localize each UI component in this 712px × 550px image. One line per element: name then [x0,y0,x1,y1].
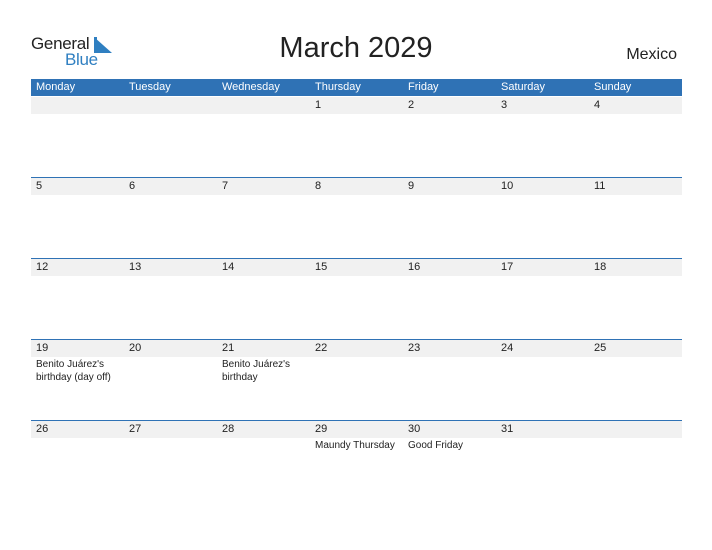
day-number: 20 [129,342,142,354]
day-number: 30 [408,423,421,435]
day-cell: 8 [310,178,403,196]
day-number: 7 [222,180,229,192]
day-cell: 3 [496,97,589,115]
day-number: 17 [501,261,514,273]
day-number: 16 [408,261,421,273]
day-number: 21 [222,342,235,354]
day-cell: 10 [496,178,589,196]
weekday-monday: Monday [36,81,76,93]
day-number: 24 [501,342,514,354]
day-cell: 21 Benito Juárez's birthday [217,340,310,384]
day-cell [31,97,124,115]
day-cell: 22 [310,340,403,384]
day-number: 11 [594,180,606,192]
day-cell: 31 [496,421,589,452]
day-cell: 25 [589,340,682,384]
day-cell [217,97,310,115]
day-cell: 16 [403,259,496,277]
holiday-label: Good Friday [408,440,464,451]
day-number: 15 [315,261,328,273]
day-cell: 17 [496,259,589,277]
week-cells: 1 2 3 4 [31,97,682,115]
week-row: 1 2 3 4 [31,97,682,177]
weekday-saturday: Saturday [501,81,546,93]
day-number: 27 [129,423,142,435]
day-cell: 9 [403,178,496,196]
day-cell: 11 [589,178,682,196]
day-cell: 13 [124,259,217,277]
day-cell: 4 [589,97,682,115]
day-cell: 20 [124,340,217,384]
holiday-label: Benito Juárez's birthday [222,359,291,383]
week-row: 26 27 28 29 Maundy Thursday 30 Good Friday 31 [31,420,682,501]
day-cell: 6 [124,178,217,196]
day-cell: 24 [496,340,589,384]
day-cell: 2 [403,97,496,115]
day-cell: 28 [217,421,310,452]
day-number [594,421,682,438]
day-number: 23 [408,342,421,354]
day-number: 19 [36,342,49,354]
day-number: 25 [594,342,607,354]
day-number: 4 [594,99,601,111]
day-number: 12 [36,261,49,273]
day-number: 9 [408,180,415,192]
calendar-title: March 2029 [279,32,433,64]
day-cell: 7 [217,178,310,196]
weekday-tuesday: Tuesday [129,81,171,93]
day-number: 22 [315,342,328,354]
day-number: 10 [501,180,514,192]
day-cell: 30 Good Friday [403,421,496,452]
day-number [129,97,217,114]
day-cell: 1 [310,97,403,115]
day-number: 6 [129,180,136,192]
day-cell: 14 [217,259,310,277]
day-cell [589,421,682,452]
week-row: 5 6 7 8 9 10 11 [31,177,682,258]
day-number: 14 [222,261,235,273]
day-number: 13 [129,261,142,273]
day-cell: 19 Benito Juárez's birthday (day off) [31,340,124,384]
day-number: 29 [315,423,328,435]
day-cell: 29 Maundy Thursday [310,421,403,452]
day-cell: 27 [124,421,217,452]
day-number: 2 [408,99,415,111]
day-number [36,97,124,114]
day-cell: 23 [403,340,496,384]
day-cell [124,97,217,115]
day-cell: 12 [31,259,124,277]
week-cells: 5 6 7 8 9 10 11 [31,178,682,196]
day-cell: 15 [310,259,403,277]
week-row: 19 Benito Juárez's birthday (day off) 20 21… [31,339,682,420]
week-cells: 26 27 28 29 Maundy Thursday 30 Good Friday 31 [31,421,682,452]
day-cell: 18 [589,259,682,277]
holiday-label: Maundy Thursday [315,440,395,451]
week-row: 12 13 14 15 16 17 18 [31,258,682,339]
holiday-label: Benito Juárez's birthday (day off) [36,359,111,383]
week-cells: 12 13 14 15 16 17 18 [31,259,682,277]
day-cell: 26 [31,421,124,452]
day-number: 28 [222,423,235,435]
day-number: 5 [36,180,43,192]
week-cells: 19 Benito Juárez's birthday (day off) 20 21… [31,340,682,384]
weekday-sunday: Sunday [594,81,632,93]
day-number: 26 [36,423,49,435]
day-number: 18 [594,261,607,273]
day-number: 8 [315,180,322,192]
day-cell: 5 [31,178,124,196]
weekday-friday: Friday [408,81,439,93]
day-number: 1 [315,99,322,111]
weekday-wednesday: Wednesday [222,81,280,93]
weekday-header: Monday Tuesday Wednesday Thursday Friday… [31,79,682,96]
day-number: 3 [501,99,508,111]
country-label: Mexico [626,46,677,63]
day-number: 31 [501,423,514,435]
weekday-thursday: Thursday [315,81,361,93]
day-number [222,97,310,114]
